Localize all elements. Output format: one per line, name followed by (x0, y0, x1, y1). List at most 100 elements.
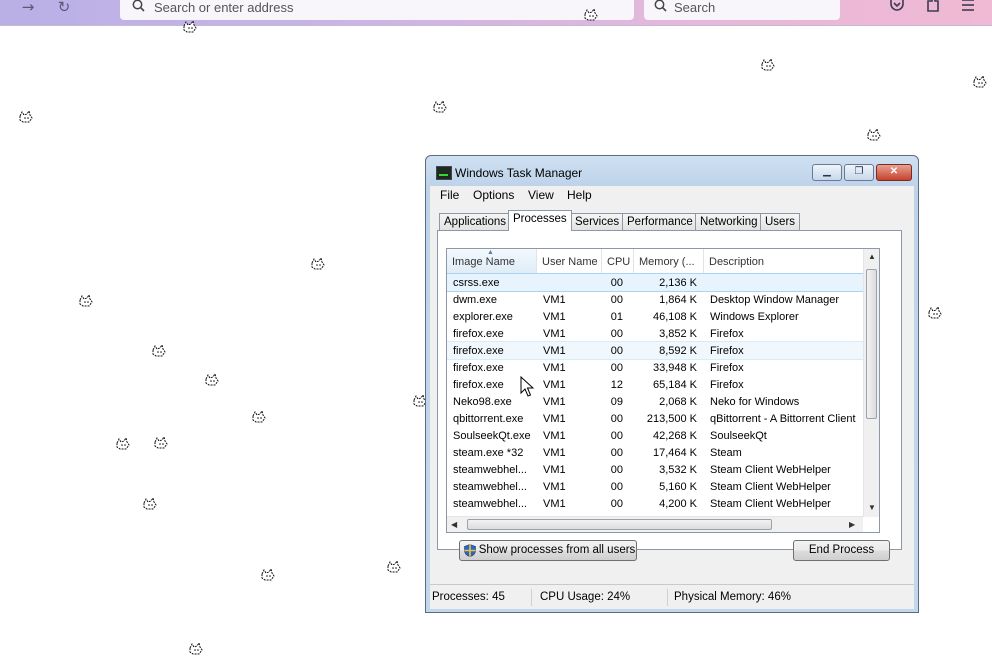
scroll-right-icon[interactable]: ▶ (849, 520, 855, 529)
neko-cat-icon (261, 568, 275, 581)
menu-help[interactable]: Help (567, 188, 592, 202)
memory-cell: 2,068 K (659, 396, 697, 408)
table-row[interactable]: qbittorrent.exe VM1 00 213,500 K qBittorrent… (447, 410, 863, 427)
neko-cat-icon (761, 58, 775, 71)
close-button[interactable]: ✕ (876, 164, 912, 181)
reload-icon[interactable]: ↻ (53, 0, 75, 22)
tab-performance[interactable]: Performance (622, 213, 698, 230)
cpu-cell: 00 (610, 345, 623, 357)
user-name-cell: VM1 (543, 498, 566, 510)
table-row[interactable]: explorer.exe VM1 01 46,108 K Windows Explore… (447, 308, 863, 325)
neko-cat-icon (387, 560, 401, 573)
uac-shield-icon (464, 544, 476, 557)
tab-applications[interactable]: Applications (439, 213, 512, 230)
table-row[interactable]: firefox.exe VM1 00 3,852 K Firefox (447, 325, 863, 342)
user-name-cell: VM1 (543, 464, 566, 476)
cpu-cell: 00 (610, 294, 623, 306)
memory-cell: 4,200 K (659, 498, 697, 510)
cpu-cell: 00 (610, 328, 623, 340)
search-bar[interactable]: Search (644, 0, 840, 20)
tab-services[interactable]: Services (570, 213, 625, 230)
memory-cell: 213,500 K (646, 413, 697, 425)
end-process-button[interactable]: End Process (793, 540, 890, 561)
description-cell: Steam Client WebHelper (710, 464, 831, 476)
process-list[interactable]: ▲ Image Name User Name CPU Memory (... D… (446, 248, 880, 533)
menu-view[interactable]: View (528, 188, 554, 202)
search-placeholder: Search (674, 0, 716, 15)
neko-cat-icon (19, 110, 33, 123)
column-image-name[interactable]: ▲ Image Name (447, 249, 537, 273)
minimize-button[interactable]: ▁ (812, 164, 842, 181)
table-row[interactable]: steamwebhel... VM1 00 4,200 K Steam Client W… (447, 495, 863, 512)
table-row[interactable]: csrss.exe 00 2,136 K (447, 273, 864, 292)
status-processes: Processes: 45 (432, 589, 532, 606)
list-header: ▲ Image Name User Name CPU Memory (... D… (447, 249, 863, 274)
cpu-cell: 00 (610, 362, 623, 374)
memory-cell: 2,136 K (659, 277, 697, 289)
neko-cat-icon (189, 642, 203, 655)
memory-cell: 42,268 K (652, 430, 697, 442)
menu-options[interactable]: Options (473, 188, 514, 202)
column-cpu[interactable]: CPU (602, 249, 634, 273)
user-name-cell: VM1 (543, 379, 566, 391)
neko-cat-icon (143, 497, 157, 510)
forward-icon[interactable]: → (17, 0, 39, 22)
task-manager-app-icon (436, 166, 452, 180)
menu-file[interactable]: File (440, 188, 459, 202)
column-description[interactable]: Description (704, 249, 863, 273)
restore-button[interactable]: ❐ (844, 164, 874, 181)
neko-cat-icon (973, 75, 987, 88)
table-row[interactable]: firefox.exe VM1 00 8,592 K Firefox (447, 341, 864, 360)
menu-bar: File Options View Help (430, 186, 914, 206)
extensions-icon[interactable] (922, 0, 944, 20)
table-row[interactable]: steamwebhel... VM1 00 3,532 K Steam Client W… (447, 461, 863, 478)
vertical-scrollbar[interactable]: ▲ ▼ (863, 249, 879, 517)
neko-cat-icon (433, 100, 447, 113)
table-row[interactable]: steamwebhel... VM1 00 5,160 K Steam Client W… (447, 478, 863, 495)
scroll-up-icon[interactable]: ▲ (868, 252, 876, 261)
tab-users[interactable]: Users (760, 213, 801, 230)
tab-networking[interactable]: Networking (695, 213, 763, 230)
neko-cat-icon (154, 436, 168, 449)
process-name-cell: explorer.exe (453, 311, 513, 323)
mouse-cursor-icon (520, 376, 534, 397)
pocket-icon[interactable] (886, 0, 908, 20)
memory-cell: 5,160 K (659, 481, 697, 493)
memory-cell: 8,592 K (659, 345, 697, 357)
memory-cell: 46,108 K (652, 311, 697, 323)
table-row[interactable]: firefox.exe VM1 00 33,948 K Firefox (447, 359, 863, 376)
column-user-name[interactable]: User Name (537, 249, 602, 273)
table-row[interactable]: Neko98.exe VM1 09 2,068 K Neko for Windows (447, 393, 863, 410)
process-name-cell: firefox.exe (453, 345, 504, 357)
memory-cell: 65,184 K (652, 379, 697, 391)
tab-processes[interactable]: Processes (508, 210, 572, 231)
address-bar[interactable]: Search or enter address (120, 0, 634, 20)
user-name-cell: VM1 (543, 481, 566, 493)
vertical-scroll-thumb[interactable] (866, 269, 877, 419)
sort-up-icon: ▲ (487, 249, 494, 256)
neko-cat-icon (79, 294, 93, 307)
scroll-left-icon[interactable]: ◀ (451, 520, 457, 529)
user-name-cell: VM1 (543, 413, 566, 425)
process-name-cell: steamwebhel... (453, 498, 527, 510)
show-all-processes-label: Show processes from all users (478, 544, 636, 556)
cpu-cell: 00 (610, 498, 623, 510)
user-name-cell: VM1 (543, 396, 566, 408)
neko-cat-icon (116, 437, 130, 450)
table-row[interactable]: steam.exe *32 VM1 00 17,464 K Steam (447, 444, 863, 461)
table-row[interactable]: firefox.exe VM1 12 65,184 K Firefox (447, 376, 863, 393)
table-row[interactable]: SoulseekQt.exe VM1 00 42,268 K SoulseekQt (447, 427, 863, 444)
scroll-down-icon[interactable]: ▼ (868, 503, 876, 512)
description-cell: Firefox (710, 345, 744, 357)
neko-cat-icon (205, 373, 219, 386)
user-name-cell: VM1 (543, 362, 566, 374)
horizontal-scroll-thumb[interactable] (467, 519, 772, 530)
show-all-processes-button[interactable]: Show processes from all users (459, 540, 637, 561)
status-bar: Processes: 45 CPU Usage: 24% Physical Me… (430, 584, 914, 609)
horizontal-scrollbar[interactable]: ◀ ▶ (447, 516, 863, 532)
process-name-cell: SoulseekQt.exe (453, 430, 531, 442)
column-memory[interactable]: Memory (... (634, 249, 704, 273)
menu-icon[interactable] (957, 0, 979, 20)
table-row[interactable]: dwm.exe VM1 00 1,864 K Desktop Window Manage… (447, 291, 863, 308)
process-rows: csrss.exe 00 2,136 K dwm.exe VM1 00 1,864 K Des… (447, 273, 864, 512)
